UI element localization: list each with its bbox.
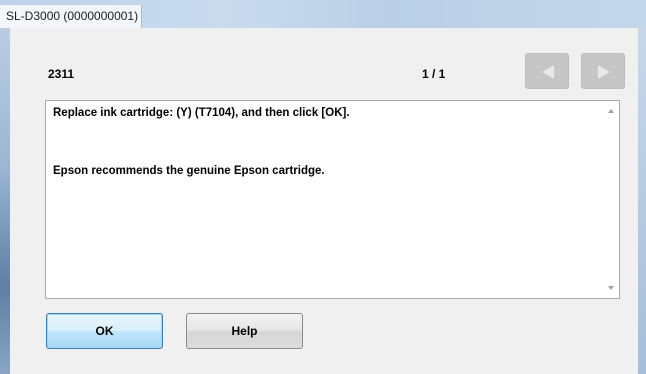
message-text-area[interactable]: Replace ink cartridge: (Y) (T7104), and … (45, 100, 620, 299)
scroll-up-arrow-icon[interactable] (605, 105, 617, 117)
window-title: SL-D3000 (0000000001) (0, 4, 142, 28)
message-line-replace: Replace ink cartridge: (Y) (T7104), and … (53, 107, 350, 119)
message-line-recommend: Epson recommends the genuine Epson cartr… (53, 165, 325, 177)
dialog-content: 2311 1 / 1 Replace ink cartridge: (Y) (T… (10, 28, 638, 374)
help-button[interactable]: Help (186, 313, 303, 349)
previous-page-button[interactable] (525, 53, 569, 89)
scroll-down-arrow-icon[interactable] (605, 282, 617, 294)
dialog-window: SL-D3000 (0000000001) 2311 1 / 1 Replace… (0, 0, 646, 374)
window-right-border (638, 28, 646, 374)
ok-button[interactable]: OK (46, 313, 163, 349)
left-arrow-icon (542, 65, 554, 79)
next-page-button[interactable] (581, 53, 625, 89)
window-left-border (0, 28, 10, 374)
title-bar[interactable]: SL-D3000 (0000000001) (0, 0, 646, 28)
page-indicator: 1 / 1 (422, 67, 446, 81)
right-arrow-icon (598, 65, 610, 79)
error-code: 2311 (48, 67, 75, 81)
